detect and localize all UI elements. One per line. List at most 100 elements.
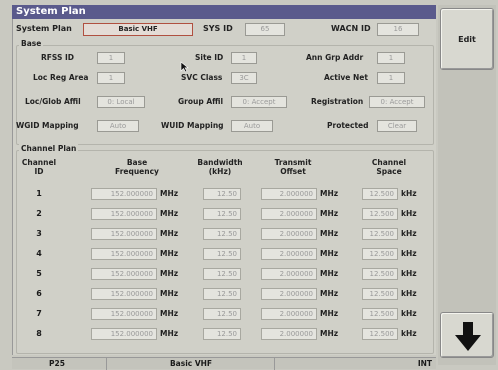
channel-space-field[interactable]: 12.500	[362, 208, 398, 220]
wuid-mapping-field[interactable]: Auto	[231, 120, 273, 132]
active-net-label: Active Net	[324, 73, 368, 82]
base-frequency-field[interactable]: 152.000000	[91, 268, 157, 280]
transmit-offset-field[interactable]: 2.000000	[261, 248, 317, 260]
channel-space-field[interactable]: 12.500	[362, 248, 398, 260]
status-divider	[274, 358, 275, 370]
bandwidth-field[interactable]: 12.50	[203, 308, 241, 320]
mhz-unit: MHz	[320, 329, 339, 338]
mhz-unit: MHz	[320, 289, 339, 298]
mhz-unit: MHz	[320, 269, 339, 278]
wuid-mapping-label: WUID Mapping	[161, 121, 224, 130]
mhz-unit: MHz	[160, 229, 179, 238]
mhz-unit: MHz	[320, 309, 339, 318]
loc-glob-affil-field[interactable]: 0: Local	[97, 96, 145, 108]
channel-space-field[interactable]: 12.500	[362, 308, 398, 320]
col-header-channel-id-line2: ID	[34, 167, 44, 176]
active-net-field[interactable]: 1	[377, 72, 405, 84]
khz-unit: kHz	[401, 329, 417, 338]
mhz-unit: MHz	[160, 249, 179, 258]
bandwidth-field[interactable]: 12.50	[203, 328, 241, 340]
col-header-channel-space-line2: Space	[376, 167, 402, 176]
base-frequency-field[interactable]: 152.000000	[91, 188, 157, 200]
channel-space-field[interactable]: 12.500	[362, 268, 398, 280]
row-channel-id: 2	[36, 209, 42, 218]
edit-button[interactable]: Edit	[440, 8, 494, 70]
bandwidth-field[interactable]: 12.50	[203, 208, 241, 220]
system-plan-label: System Plan	[16, 24, 72, 33]
status-mode: INT	[417, 359, 432, 368]
rfss-id-field[interactable]: 1	[97, 52, 125, 64]
mhz-unit: MHz	[320, 189, 339, 198]
base-group	[16, 45, 434, 145]
channel-space-field[interactable]: 12.500	[362, 188, 398, 200]
col-header-transmit-offset-line1: Transmit	[274, 158, 312, 167]
status-bar: P25 Basic VHF INT	[12, 357, 436, 370]
khz-unit: kHz	[401, 249, 417, 258]
mhz-unit: MHz	[160, 209, 179, 218]
base-frequency-field[interactable]: 152.000000	[91, 248, 157, 260]
ann-grp-addr-field[interactable]: 1	[377, 52, 405, 64]
khz-unit: kHz	[401, 269, 417, 278]
sys-id-field[interactable]: 65	[245, 23, 285, 36]
transmit-offset-field[interactable]: 2.000000	[261, 328, 317, 340]
registration-field[interactable]: 0: Accept	[369, 96, 425, 108]
mhz-unit: MHz	[160, 289, 179, 298]
mhz-unit: MHz	[320, 249, 339, 258]
window-title: System Plan	[12, 5, 436, 19]
col-header-base-frequency: Base Frequency	[101, 158, 173, 176]
channel-space-field[interactable]: 12.500	[362, 328, 398, 340]
bandwidth-field[interactable]: 12.50	[203, 188, 241, 200]
base-frequency-field[interactable]: 152.000000	[91, 208, 157, 220]
transmit-offset-field[interactable]: 2.000000	[261, 308, 317, 320]
base-frequency-field[interactable]: 152.000000	[91, 308, 157, 320]
mhz-unit: MHz	[160, 189, 179, 198]
khz-unit: kHz	[401, 289, 417, 298]
mouse-cursor-icon	[180, 61, 189, 73]
khz-unit: kHz	[401, 209, 417, 218]
col-header-transmit-offset: Transmit Offset	[257, 158, 329, 176]
site-id-field[interactable]: 1	[231, 52, 257, 64]
transmit-offset-field[interactable]: 2.000000	[261, 188, 317, 200]
wgid-mapping-field[interactable]: Auto	[97, 120, 139, 132]
transmit-offset-field[interactable]: 2.000000	[261, 268, 317, 280]
khz-unit: kHz	[401, 229, 417, 238]
row-channel-id: 1	[36, 189, 42, 198]
protected-field[interactable]: Clear	[377, 120, 417, 132]
bandwidth-field[interactable]: 12.50	[203, 288, 241, 300]
col-header-transmit-offset-line2: Offset	[280, 167, 306, 176]
channel-space-field[interactable]: 12.500	[362, 288, 398, 300]
channel-plan-title: Channel Plan	[19, 144, 79, 153]
channel-space-field[interactable]: 12.500	[362, 228, 398, 240]
col-header-bandwidth-line2: (kHz)	[208, 167, 232, 176]
mhz-unit: MHz	[160, 269, 179, 278]
col-header-channel-id-line1: Channel	[21, 158, 57, 167]
arrow-down-icon	[455, 322, 481, 351]
registration-label: Registration	[311, 97, 364, 106]
mhz-unit: MHz	[160, 329, 179, 338]
base-frequency-field[interactable]: 152.000000	[91, 328, 157, 340]
system-plan-field[interactable]: Basic VHF	[83, 23, 193, 36]
transmit-offset-field[interactable]: 2.000000	[261, 288, 317, 300]
bandwidth-field[interactable]: 12.50	[203, 268, 241, 280]
bandwidth-field[interactable]: 12.50	[203, 248, 241, 260]
base-frequency-field[interactable]: 152.000000	[91, 228, 157, 240]
row-channel-id: 3	[36, 229, 42, 238]
loc-reg-area-field[interactable]: 1	[97, 72, 125, 84]
transmit-offset-field[interactable]: 2.000000	[261, 228, 317, 240]
row-channel-id: 7	[36, 309, 42, 318]
bandwidth-field[interactable]: 12.50	[203, 228, 241, 240]
row-channel-id: 4	[36, 249, 42, 258]
group-affil-label: Group Affil	[178, 97, 224, 106]
row-channel-id: 5	[36, 269, 42, 278]
transmit-offset-field[interactable]: 2.000000	[261, 208, 317, 220]
col-header-base-frequency-line2: Frequency	[115, 167, 159, 176]
col-header-channel-space-line1: Channel	[371, 158, 407, 167]
svc-class-label: SVC Class	[181, 73, 223, 82]
wacn-id-field[interactable]: 16	[377, 23, 419, 36]
base-frequency-field[interactable]: 152.000000	[91, 288, 157, 300]
group-affil-field[interactable]: 0: Accept	[231, 96, 287, 108]
sys-id-label: SYS ID	[203, 24, 233, 33]
khz-unit: kHz	[401, 309, 417, 318]
svc-class-field[interactable]: 3C	[231, 72, 257, 84]
scroll-down-button[interactable]	[440, 312, 494, 358]
